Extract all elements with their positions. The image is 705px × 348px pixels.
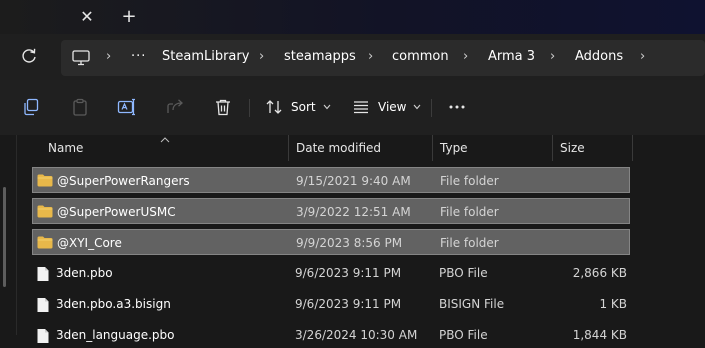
trash-icon <box>214 98 232 116</box>
folder-icon <box>37 205 53 221</box>
view-label: View <box>378 100 407 114</box>
file-type: File folder <box>440 205 499 219</box>
breadcrumb-item-steamlibrary[interactable]: SteamLibrary <box>162 49 249 64</box>
breadcrumb-chevron-icon[interactable]: › <box>550 49 555 64</box>
file-type: BISIGN File <box>439 297 505 311</box>
breadcrumb-item-steamapps[interactable]: steamapps <box>284 49 356 64</box>
address-row: › ··· SteamLibrary › steamapps › common … <box>0 34 705 80</box>
delete-button[interactable] <box>214 95 232 119</box>
file-name: @XYI_Core <box>57 236 122 250</box>
folder-icon <box>37 174 53 190</box>
chevron-down-icon <box>413 104 421 110</box>
table-row[interactable]: @SuperPowerRangers 9/15/2021 9:40 AM Fil… <box>32 167 630 193</box>
column-divider[interactable] <box>432 135 433 161</box>
file-date: 3/26/2024 10:30 AM <box>295 328 418 342</box>
copy-button[interactable] <box>22 95 40 119</box>
new-tab-icon[interactable]: + <box>120 8 138 26</box>
file-size: 1 KB <box>599 297 627 311</box>
column-header-type[interactable]: Type <box>440 141 468 155</box>
file-type: PBO File <box>439 266 488 280</box>
file-icon <box>36 266 50 285</box>
rename-button[interactable] <box>117 95 137 119</box>
file-type: File folder <box>440 236 499 250</box>
rename-icon <box>117 98 137 116</box>
share-button[interactable] <box>166 95 184 119</box>
more-icon <box>448 98 466 116</box>
column-divider[interactable] <box>632 135 633 161</box>
table-row[interactable]: 3den.pbo.a3.bisign 9/6/2023 9:11 PM BISI… <box>32 291 630 317</box>
breadcrumb-chevron-icon[interactable]: › <box>368 49 373 64</box>
folder-icon <box>37 236 53 252</box>
share-icon <box>166 98 184 116</box>
file-date: 9/6/2023 9:11 PM <box>295 266 402 280</box>
more-options-button[interactable] <box>448 95 466 119</box>
column-header-name[interactable]: Name <box>48 141 83 155</box>
file-date: 9/6/2023 9:11 PM <box>295 297 402 311</box>
file-name: 3den_language.pbo <box>56 328 175 342</box>
address-bar[interactable]: › ··· SteamLibrary › steamapps › common … <box>61 40 705 76</box>
toolbar-divider <box>249 99 250 117</box>
sort-button[interactable]: Sort <box>265 95 331 119</box>
file-date: 9/9/2023 8:56 PM <box>296 236 403 250</box>
navigation-pane-edge <box>16 135 17 335</box>
sort-label: Sort <box>291 100 316 114</box>
column-header-row: Name Date modified Type Size <box>32 135 705 161</box>
navigation-pane-scrollbar[interactable] <box>3 187 6 287</box>
paste-button[interactable] <box>71 95 89 119</box>
breadcrumb-chevron-icon[interactable]: › <box>463 49 468 64</box>
column-divider[interactable] <box>288 135 289 161</box>
breadcrumb-item-common[interactable]: common <box>392 49 449 64</box>
tab-bar: ✕ + <box>0 0 705 34</box>
chevron-down-icon <box>323 104 331 110</box>
file-type: PBO File <box>439 328 488 342</box>
file-icon <box>36 328 50 347</box>
this-pc-icon[interactable] <box>72 50 90 69</box>
table-row[interactable]: 3den.pbo 9/6/2023 9:11 PM PBO File 2,866… <box>32 260 630 286</box>
column-divider[interactable] <box>552 135 553 161</box>
file-date: 3/9/2022 12:51 AM <box>296 205 411 219</box>
table-row[interactable]: @SuperPowerUSMC 3/9/2022 12:51 AM File f… <box>32 198 630 224</box>
breadcrumb-item-addons[interactable]: Addons <box>575 49 623 64</box>
file-name: @SuperPowerUSMC <box>57 205 176 219</box>
view-button[interactable]: View <box>352 95 421 119</box>
toolbar-divider <box>431 99 432 117</box>
breadcrumb-item-arma3[interactable]: Arma 3 <box>488 49 535 64</box>
file-name: @SuperPowerRangers <box>57 174 190 188</box>
file-name: 3den.pbo <box>56 266 113 280</box>
file-name: 3den.pbo.a3.bisign <box>56 297 171 311</box>
column-header-date[interactable]: Date modified <box>296 141 381 155</box>
refresh-icon[interactable] <box>19 46 39 66</box>
breadcrumb-chevron-icon[interactable]: › <box>106 49 111 64</box>
table-row[interactable]: 3den_language.pbo 3/26/2024 10:30 AM PBO… <box>32 322 630 348</box>
file-size: 2,866 KB <box>572 266 627 280</box>
sort-ascending-icon <box>160 132 170 146</box>
file-size: 1,844 KB <box>572 328 627 342</box>
command-bar: Sort View <box>0 80 705 136</box>
table-row[interactable]: @XYI_Core 9/9/2023 8:56 PM File folder <box>32 229 630 255</box>
paste-icon <box>71 98 89 116</box>
file-icon <box>36 297 50 316</box>
file-type: File folder <box>440 174 499 188</box>
breadcrumb-chevron-icon[interactable]: › <box>259 49 264 64</box>
file-date: 9/15/2021 9:40 AM <box>296 174 411 188</box>
close-tab-icon[interactable]: ✕ <box>78 8 96 26</box>
breadcrumb-overflow[interactable]: ··· <box>131 49 146 64</box>
file-list: Name Date modified Type Size @SuperPower… <box>0 135 705 343</box>
breadcrumb-chevron-icon[interactable]: › <box>640 49 645 64</box>
column-header-size[interactable]: Size <box>560 141 585 155</box>
sort-icon <box>265 98 283 116</box>
view-icon <box>352 98 370 116</box>
copy-icon <box>22 98 40 116</box>
